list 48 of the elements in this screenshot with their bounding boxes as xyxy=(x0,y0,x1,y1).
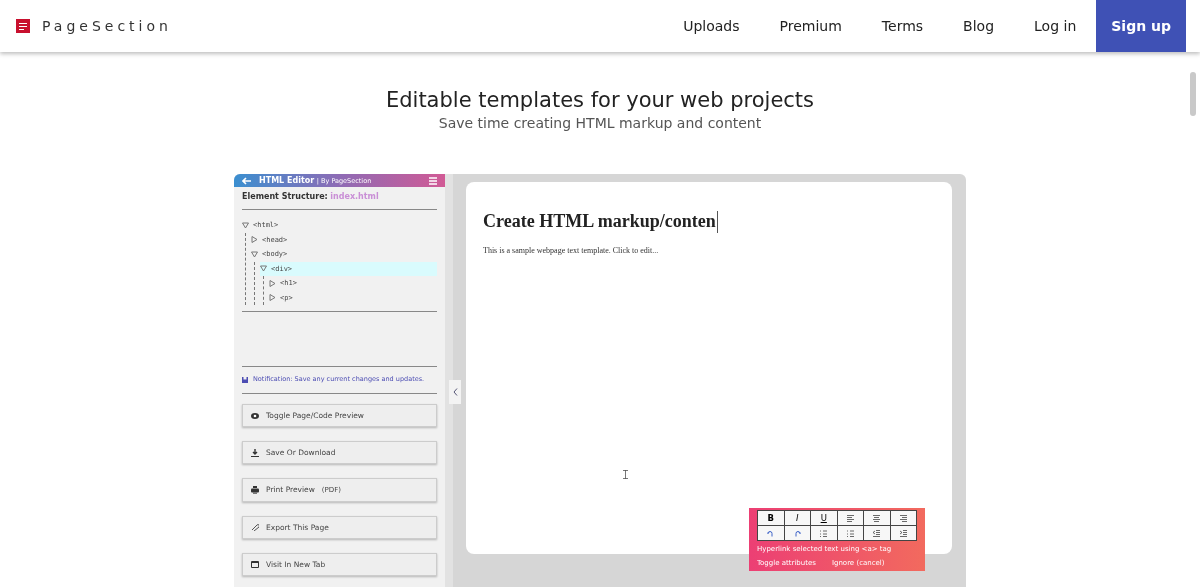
collapsed-triangle-icon xyxy=(251,236,258,244)
menu-icon xyxy=(429,176,437,185)
expanded-triangle-icon xyxy=(242,221,249,229)
bullet-list-icon xyxy=(846,529,854,537)
save-icon xyxy=(242,377,248,384)
back-arrow-icon xyxy=(242,176,251,185)
toolbar-button[interactable] xyxy=(864,526,890,541)
numbered-list-icon xyxy=(820,529,828,537)
window-icon xyxy=(251,560,259,569)
toolbar-button[interactable]: U xyxy=(811,511,837,526)
toolbar-button[interactable] xyxy=(811,526,837,541)
nav-link[interactable]: Premium xyxy=(759,0,862,52)
indent-icon xyxy=(899,529,907,537)
align-left-icon xyxy=(846,514,854,522)
toolbar-button[interactable] xyxy=(784,526,810,541)
signup-button[interactable]: Sign up xyxy=(1096,0,1186,52)
toolbar-button[interactable] xyxy=(837,526,863,541)
toolbar-button[interactable] xyxy=(890,526,916,541)
nav-link[interactable]: Terms xyxy=(861,0,944,52)
toolbar-button[interactable] xyxy=(864,511,890,526)
redo-icon xyxy=(793,529,801,537)
preview-heading: Create HTML markup/conten xyxy=(483,211,718,233)
scrollbar-thumb[interactable] xyxy=(1190,72,1196,116)
toolbar-button[interactable] xyxy=(890,511,916,526)
text-cursor-icon xyxy=(623,470,628,480)
align-center-icon xyxy=(873,514,881,522)
nav-link[interactable]: Log in xyxy=(1014,0,1097,52)
download-icon xyxy=(251,448,259,457)
eye-icon xyxy=(251,411,259,420)
printer-icon xyxy=(251,486,259,495)
page-subtitle: Save time creating HTML markup and content xyxy=(437,114,763,134)
toolbar-button[interactable] xyxy=(837,511,863,526)
page-title: Editable templates for your web projects xyxy=(384,88,816,114)
toolbar-button[interactable] xyxy=(758,526,784,541)
collapse-handle[interactable] xyxy=(449,380,461,405)
undo-icon xyxy=(767,529,775,537)
structure-label: Element Structure: index.html xyxy=(242,191,380,204)
toolbar-button[interactable]: B xyxy=(758,511,784,526)
paperclip-icon xyxy=(251,523,259,532)
logo-icon xyxy=(16,19,30,33)
nav-link[interactable]: Uploads xyxy=(663,0,760,52)
preview-text: This is a sample webpage text template. Click to edit... xyxy=(483,244,660,257)
align-right-icon xyxy=(899,514,907,522)
nav-link[interactable]: Blog xyxy=(943,0,1015,52)
chevron-left-icon xyxy=(452,388,458,397)
toolbar-button[interactable]: I xyxy=(784,511,810,526)
brand-name: PageSection xyxy=(42,16,172,36)
outdent-icon xyxy=(873,529,881,537)
